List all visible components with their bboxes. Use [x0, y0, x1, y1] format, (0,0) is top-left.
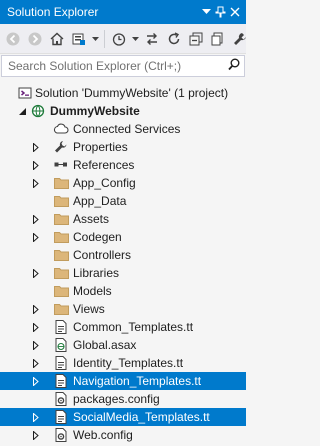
folder-icon: [53, 247, 69, 263]
search-input[interactable]: [8, 59, 228, 73]
tree-row[interactable]: Navigation_Templates.tt: [0, 372, 246, 390]
tree-row[interactable]: SocialMedia_Templates.tt: [0, 408, 246, 426]
chevron-down-icon[interactable]: [91, 28, 100, 50]
tree-item-label: packages.config: [73, 392, 160, 406]
window-title: Solution Explorer: [7, 5, 99, 19]
tree-row[interactable]: Views: [0, 300, 246, 318]
references-icon: [53, 157, 69, 173]
tt-file-icon: [53, 319, 69, 335]
tree-item-label: Properties: [73, 140, 128, 154]
title-bar: Solution Explorer: [0, 0, 246, 24]
tree-row[interactable]: App_Config: [0, 174, 246, 192]
collapsed-arrow-icon[interactable]: [31, 138, 41, 156]
tree-item-label: SocialMedia_Templates.tt: [73, 410, 210, 424]
tree-row[interactable]: References: [0, 156, 246, 174]
web-project-icon: [30, 103, 46, 119]
collapsed-arrow-icon[interactable]: [31, 336, 41, 354]
tree-item-label: App_Config: [73, 176, 136, 190]
tree-row[interactable]: App_Data: [0, 192, 246, 210]
asax-file-icon: [53, 337, 69, 353]
tree-row[interactable]: Controllers: [0, 246, 246, 264]
wrench-icon: [53, 139, 69, 155]
toolbar-separator: [104, 29, 105, 48]
folder-icon: [53, 283, 69, 299]
collapsed-arrow-icon[interactable]: [31, 426, 41, 444]
tree-item-label: Libraries: [73, 266, 120, 280]
chevron-down-icon[interactable]: [131, 28, 140, 50]
tree-item-label: Global.asax: [73, 338, 137, 352]
folder-icon: [53, 211, 69, 227]
expanded-arrow-icon[interactable]: [17, 102, 27, 120]
tree-item-label: Codegen: [73, 230, 122, 244]
solution-tree: Solution 'DummyWebsite' (1 project) Dumm…: [0, 77, 246, 444]
tree-row[interactable]: Libraries: [0, 264, 246, 282]
tree-item-label: Navigation_Templates.tt: [73, 374, 202, 388]
tree-item-label: Common_Templates.tt: [73, 320, 194, 334]
tree-row[interactable]: packages.config: [0, 390, 246, 408]
back-icon[interactable]: [3, 28, 23, 50]
tree-item-label: References: [73, 158, 135, 172]
tree-item-label: Controllers: [73, 248, 132, 262]
connected-services-icon: [53, 121, 69, 137]
collapsed-arrow-icon[interactable]: [31, 210, 41, 228]
collapse-all-icon[interactable]: [186, 28, 206, 50]
tree-row[interactable]: Models: [0, 282, 246, 300]
solution-icon: [17, 85, 33, 101]
folder-icon: [53, 175, 69, 191]
pin-icon[interactable]: [215, 6, 226, 18]
folder-icon: [53, 229, 69, 245]
title-controls: [202, 6, 240, 18]
collapsed-arrow-icon[interactable]: [31, 318, 41, 336]
folder-icon: [53, 193, 69, 209]
config-file-icon: [53, 391, 69, 407]
tree-item-label: App_Data: [73, 194, 127, 208]
tree-item-label: Web.config: [73, 428, 133, 442]
toolbar: [0, 24, 246, 54]
tree-row[interactable]: Identity_Templates.tt: [0, 354, 246, 372]
tree-item-label: Connected Services: [73, 122, 181, 136]
sync-icon[interactable]: [142, 28, 162, 50]
tree-row-project[interactable]: DummyWebsite: [0, 102, 246, 120]
tree-label-project: DummyWebsite: [50, 104, 140, 118]
tree-item-label: Views: [73, 302, 105, 316]
tree-row[interactable]: Codegen: [0, 228, 246, 246]
dropdown-icon[interactable]: [202, 9, 211, 15]
properties-icon[interactable]: [230, 28, 250, 50]
folder-icon: [53, 265, 69, 281]
tree-item-label: Models: [73, 284, 112, 298]
collapsed-arrow-icon[interactable]: [31, 228, 41, 246]
tt-file-icon: [53, 373, 69, 389]
tt-file-icon: [53, 355, 69, 371]
tt-file-icon: [53, 409, 69, 425]
collapsed-arrow-icon[interactable]: [31, 264, 41, 282]
tree-row[interactable]: Connected Services: [0, 120, 246, 138]
collapsed-arrow-icon[interactable]: [31, 156, 41, 174]
collapsed-arrow-icon[interactable]: [31, 408, 41, 426]
collapsed-arrow-icon[interactable]: [31, 300, 41, 318]
home-icon[interactable]: [47, 28, 67, 50]
config-file-icon: [53, 427, 69, 443]
close-icon[interactable]: [230, 7, 240, 17]
folder-icon: [53, 301, 69, 317]
pending-changes-icon[interactable]: [109, 28, 129, 50]
tree-label-solution: Solution 'DummyWebsite' (1 project): [35, 86, 229, 100]
forward-icon[interactable]: [25, 28, 45, 50]
tree-row[interactable]: Properties: [0, 138, 246, 156]
tree-item-label: Identity_Templates.tt: [73, 356, 184, 370]
collapsed-arrow-icon[interactable]: [31, 354, 41, 372]
collapsed-arrow-icon[interactable]: [31, 174, 41, 192]
show-all-files-icon[interactable]: [208, 28, 228, 50]
search-icon[interactable]: [228, 58, 240, 74]
tree-row[interactable]: Common_Templates.tt: [0, 318, 246, 336]
tree-row[interactable]: Assets: [0, 210, 246, 228]
switch-views-icon[interactable]: [69, 28, 89, 50]
tree-row[interactable]: Global.asax: [0, 336, 246, 354]
tree-item-label: Assets: [73, 212, 110, 226]
collapsed-arrow-icon[interactable]: [31, 372, 41, 390]
tree-row-solution[interactable]: Solution 'DummyWebsite' (1 project): [0, 84, 246, 102]
tree-row[interactable]: Web.config: [0, 426, 246, 444]
refresh-icon[interactable]: [164, 28, 184, 50]
search-box[interactable]: [1, 55, 245, 77]
